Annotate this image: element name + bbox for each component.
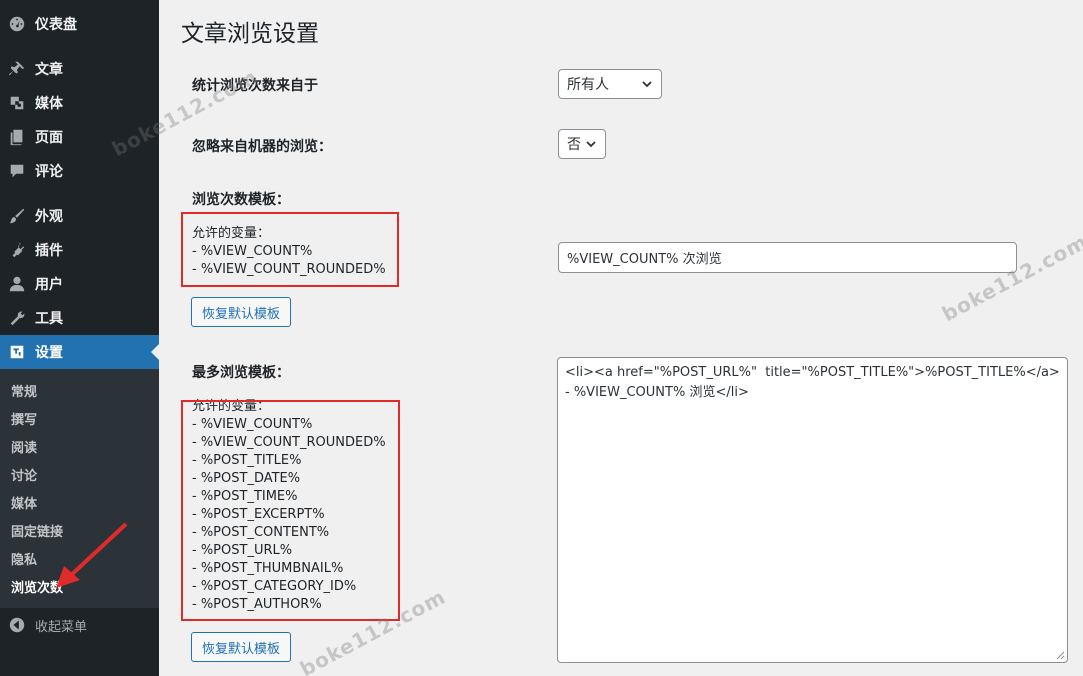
most-template-textarea[interactable]: <li><a href="%POST_URL%" title="%POST_TI…	[557, 357, 1068, 663]
user-icon	[7, 274, 27, 294]
sidebar-item-label: 媒体	[35, 96, 63, 112]
plugin-icon	[7, 240, 27, 260]
sidebar-item-appearance[interactable]: 外观	[0, 199, 159, 233]
sidebar-item-label: 插件	[35, 243, 63, 259]
settings-icon	[7, 342, 27, 362]
highlight-box	[181, 400, 400, 621]
annotation-arrow-icon	[56, 522, 128, 588]
sidebar-item-label: 文章	[35, 62, 63, 78]
sidebar-item-settings[interactable]: 设置	[0, 335, 159, 369]
sidebar-item-dashboard[interactable]: 仪表盘	[0, 7, 159, 41]
chevron-down-icon	[586, 141, 596, 148]
highlight-box	[181, 212, 399, 287]
main-content: 文章浏览设置 统计浏览次数来自于 所有人 忽略来自机器的浏览： 否 浏览次数模板…	[159, 0, 1083, 676]
count-from-select[interactable]: 所有人	[558, 69, 662, 99]
view-template-input[interactable]	[558, 242, 1017, 273]
sidebar-item-label: 工具	[35, 311, 63, 327]
sidebar-item-tools[interactable]: 工具	[0, 301, 159, 335]
sidebar-item-comments[interactable]: 评论	[0, 154, 159, 188]
page-icon	[7, 127, 27, 147]
submenu-item-reading[interactable]: 阅读	[11, 432, 37, 460]
comment-icon	[7, 161, 27, 181]
sidebar-item-posts[interactable]: 文章	[0, 52, 159, 86]
media-icon	[7, 93, 27, 113]
active-arrow	[151, 344, 159, 360]
pin-icon	[7, 59, 27, 79]
submenu-item-discussion[interactable]: 讨论	[11, 460, 37, 488]
collapse-icon	[8, 616, 26, 634]
sidebar-item-label: 仪表盘	[35, 17, 77, 33]
reset-view-template-button[interactable]: 恢复默认模板	[191, 297, 292, 327]
page-title: 文章浏览设置	[181, 21, 319, 47]
resize-grip-icon[interactable]	[1055, 650, 1065, 660]
submenu-item-writing[interactable]: 撰写	[11, 404, 37, 432]
sidebar-item-label: 页面	[35, 130, 63, 146]
ignore-bots-select[interactable]: 否	[558, 129, 606, 159]
collapse-menu-button[interactable]: 收起菜单	[0, 610, 159, 640]
sidebar-item-label: 评论	[35, 164, 63, 180]
chevron-down-icon	[642, 81, 652, 88]
collapse-label: 收起菜单	[35, 619, 88, 635]
sidebar-item-media[interactable]: 媒体	[0, 86, 159, 120]
submenu-item-media[interactable]: 媒体	[11, 488, 37, 516]
sidebar-item-label: 外观	[35, 209, 63, 225]
sidebar-item-label: 设置	[35, 345, 63, 361]
select-value: 否	[567, 137, 581, 153]
reset-most-template-button[interactable]: 恢复默认模板	[191, 632, 292, 662]
sidebar-item-label: 用户	[35, 277, 63, 293]
view-template-label: 浏览次数模板：	[192, 192, 290, 208]
wrench-icon	[7, 308, 27, 328]
sidebar-item-users[interactable]: 用户	[0, 267, 159, 301]
submenu-item-general[interactable]: 常规	[11, 376, 37, 404]
most-template-label: 最多浏览模板：	[192, 365, 290, 381]
submenu-item-privacy[interactable]: 隐私	[11, 544, 37, 572]
sidebar-item-plugins[interactable]: 插件	[0, 233, 159, 267]
dashboard-icon	[7, 14, 27, 34]
brush-icon	[7, 206, 27, 226]
ignore-bots-label: 忽略来自机器的浏览：	[192, 139, 332, 155]
select-value: 所有人	[567, 77, 609, 93]
